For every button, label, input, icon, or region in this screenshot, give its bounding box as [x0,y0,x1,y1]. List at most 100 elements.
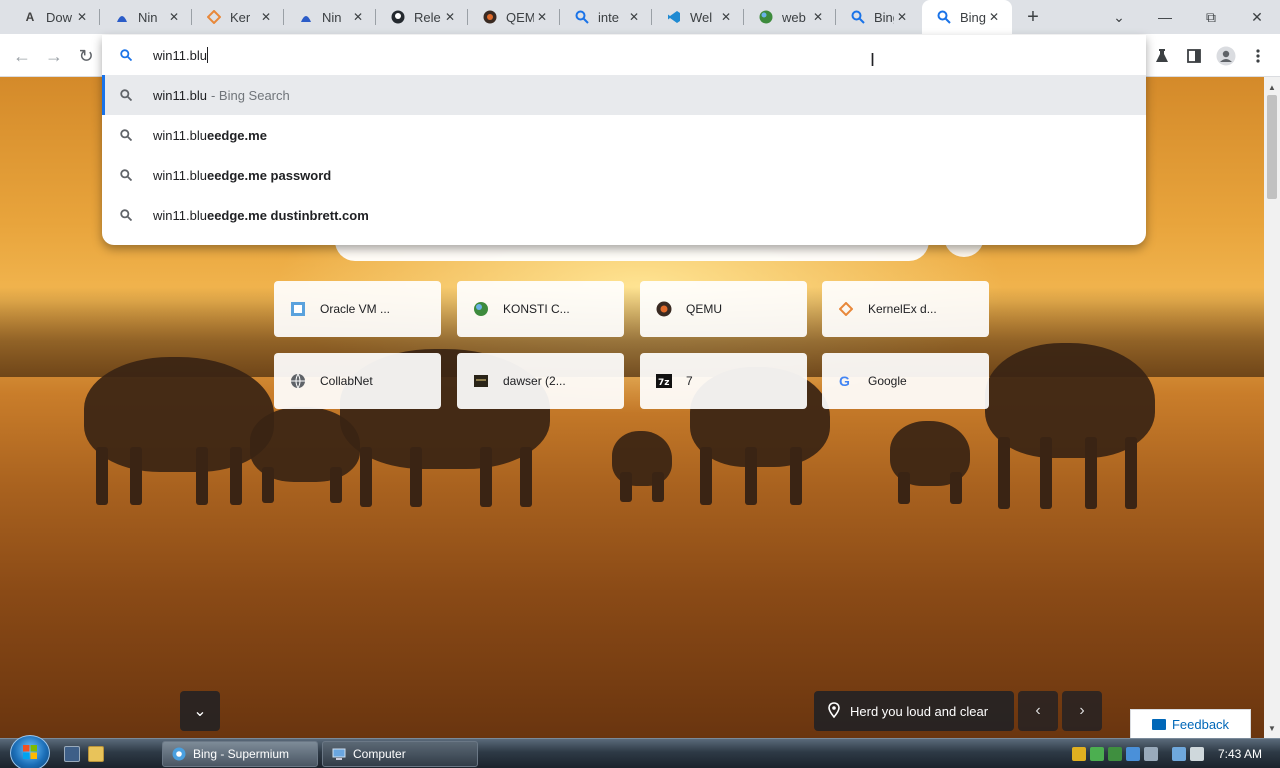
tab-title: Nin [138,9,158,25]
close-tab-icon[interactable]: ✕ [626,9,642,25]
search-icon [102,49,150,61]
chevron-right-icon: › [1079,702,1085,719]
svg-text:G: G [839,373,850,389]
suggestion-row[interactable]: win11.blu - Bing Search [102,75,1146,115]
minimize-button[interactable]: — [1142,0,1188,34]
search-icon [574,9,590,25]
quick-link-tile[interactable]: CollabNet [274,353,441,409]
tab-title: Bing [960,9,986,25]
scroll-down-button[interactable]: ⌄ [180,691,220,731]
close-tab-icon[interactable]: ✕ [442,9,458,25]
quick-link-tile[interactable]: G Google [822,353,989,409]
tab-6[interactable]: QEM ✕ [468,0,560,34]
tab-5[interactable]: Rele ✕ [376,0,468,34]
scrollbar-thumb[interactable] [1267,95,1277,199]
github-icon [390,9,406,25]
search-icon [850,9,866,25]
tray-device-icon[interactable] [1144,747,1158,761]
tab-1[interactable]: A Dow ✕ [8,0,100,34]
tab-3[interactable]: Ker ✕ [192,0,284,34]
google-icon: G [838,373,854,389]
tray-app-icon[interactable] [1126,747,1140,761]
menu-kebab-icon[interactable] [1244,42,1272,70]
suggestion-row[interactable]: win11.blu eedge.me dustinbrett.com [102,195,1146,235]
previous-image-button[interactable]: ‹ [1018,691,1058,731]
suggestion-row[interactable]: win11.blu eedge.me password [102,155,1146,195]
quick-link-tile[interactable]: 7z 7 [640,353,807,409]
tab-title: Dow [46,9,73,25]
quick-link-label: Oracle VM ... [320,302,391,316]
taskbar-button-browser[interactable]: Bing - Supermium [162,741,318,767]
tab-4[interactable]: Nin ✕ [284,0,376,34]
restore-button[interactable]: ⧉ [1188,0,1234,34]
tray-check-icon[interactable] [1090,747,1104,761]
7zip-icon: 7z [656,373,672,389]
close-tab-icon[interactable]: ✕ [350,9,366,25]
back-button[interactable]: ← [8,42,36,70]
close-tab-icon[interactable]: ✕ [986,9,1002,25]
vertical-scrollbar[interactable]: ▲ ▼ [1264,77,1280,738]
vscode-icon [666,9,682,25]
suggestion-typed-text: win11.blu [153,207,207,223]
tab-8[interactable]: Wel ✕ [652,0,744,34]
profile-avatar-icon[interactable] [1212,42,1240,70]
dawser-icon [473,373,489,389]
qemu-icon [656,301,672,317]
quick-link-label: KernelEx d... [868,302,937,316]
scroll-down-arrow-icon[interactable]: ▼ [1264,720,1280,736]
forward-button[interactable]: → [40,42,68,70]
image-caption-button[interactable]: Herd you loud and clear [814,691,1014,731]
close-tab-icon[interactable]: ✕ [74,9,90,25]
tab-11-active[interactable]: Bing ✕ [922,0,1012,34]
suggestion-completion: eedge.me dustinbrett.com [206,207,369,223]
close-tab-icon[interactable]: ✕ [166,9,182,25]
close-tab-icon[interactable]: ✕ [810,9,826,25]
next-image-button[interactable]: › [1062,691,1102,731]
globe-icon [473,301,489,317]
clock-time: 7:43 AM [1218,747,1263,761]
network-icon[interactable] [1172,747,1186,761]
qemu-icon [482,9,498,25]
scroll-up-arrow-icon[interactable]: ▲ [1264,79,1280,95]
explorer-quicklaunch-icon[interactable] [88,746,104,762]
quick-link-label: 7 [686,374,693,388]
close-tab-icon[interactable]: ✕ [258,9,274,25]
start-button[interactable] [10,735,50,768]
quick-link-tile[interactable]: dawser (2... [457,353,624,409]
virtualbox-icon [290,301,306,317]
windows-taskbar: Bing - Supermium Computer 7:43 AM [0,735,1280,768]
close-tab-icon[interactable]: ✕ [718,9,734,25]
close-window-button[interactable]: ✕ [1234,0,1280,34]
tab-search-button[interactable]: ⌄ [1096,0,1142,34]
tab-10[interactable]: Bing ✕ [836,0,920,34]
tab-9[interactable]: web ✕ [744,0,836,34]
taskbar-clock[interactable]: 7:43 AM [1218,739,1262,768]
kernelex-icon [206,9,222,25]
taskbar-button-label: Computer [353,747,406,761]
quick-link-tile[interactable]: Oracle VM ... [274,281,441,337]
location-pin-icon [828,701,840,721]
show-desktop-icon[interactable] [64,746,80,762]
close-tab-icon[interactable]: ✕ [894,9,910,25]
security-shield-icon[interactable] [1072,747,1086,761]
quick-link-tile[interactable]: QEMU [640,281,807,337]
side-panel-icon[interactable] [1180,42,1208,70]
volume-muted-icon[interactable] [1190,747,1204,761]
labs-flask-icon[interactable] [1148,42,1176,70]
feedback-button[interactable]: Feedback [1130,709,1251,738]
reload-button[interactable]: ↻ [72,42,100,70]
triangle-a-icon: A [25,10,35,24]
system-tray [1072,739,1208,768]
tab-7[interactable]: inte ✕ [560,0,652,34]
quick-link-tile[interactable]: KONSTI C... [457,281,624,337]
suggestion-row[interactable]: win11.blu eedge.me [102,115,1146,155]
address-bar-input[interactable]: win11.blu [150,47,208,63]
tray-app-icon[interactable] [1108,747,1122,761]
taskbar-button-computer[interactable]: Computer [322,741,478,767]
quick-link-tile[interactable]: KernelEx d... [822,281,989,337]
tab-2[interactable]: Nin ✕ [100,0,192,34]
close-tab-icon[interactable]: ✕ [534,9,550,25]
quick-link-label: Google [868,374,907,388]
new-tab-button[interactable]: + [1020,5,1046,29]
suggestion-typed-text: win11.blu [153,87,207,103]
